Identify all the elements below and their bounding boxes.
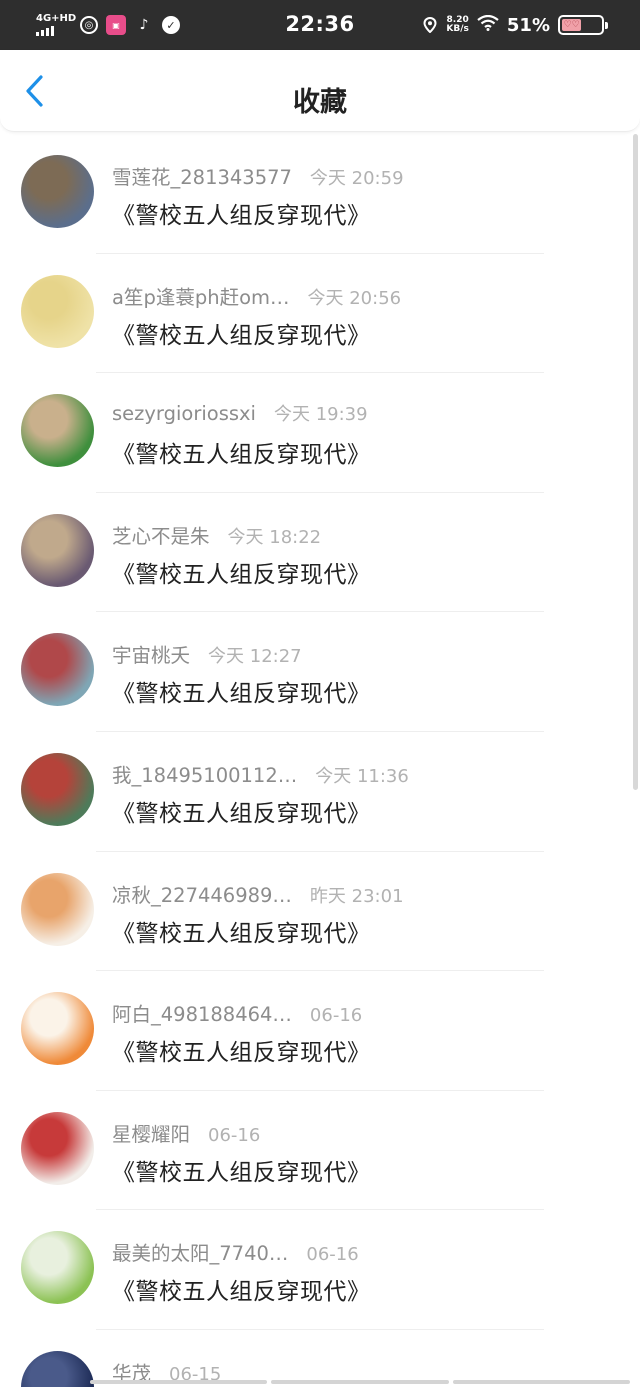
item-meta: 凉秋_227446989… 昨天 23:01 [112,879,404,908]
username[interactable]: 宇宙桃夭 [112,639,190,668]
username[interactable]: 最美的太阳_7740… [112,1237,288,1266]
back-button[interactable] [18,74,52,108]
status-right: 8.20 KB/s 51% ♡♡ [422,10,608,40]
list-item[interactable]: 我_18495100112… 今天 11:36 《警校五人组反穿现代》 [0,732,640,852]
favorite-content[interactable]: 《警校五人组反穿现代》 [112,914,371,948]
status-left: 4G+HD ◎ ▣ ♪ ✓ [36,10,180,40]
avatar-image [21,155,94,228]
favorite-content[interactable]: 《警校五人组反穿现代》 [112,1272,371,1306]
username[interactable]: a笙p逢蓑ph赶om… [112,281,290,310]
scrollbar[interactable] [633,134,638,790]
avatar[interactable] [21,1111,94,1185]
list-item[interactable]: sezyrgioriossxi 今天 19:39 《警校五人组反穿现代》 [0,373,640,493]
avatar-image [21,1350,94,1387]
signal-icon: 4G+HD [36,14,76,36]
avatar[interactable] [21,1231,94,1305]
favorite-content[interactable]: 《警校五人组反穿现代》 [112,435,371,469]
loop-app-icon: ◎ [80,16,98,34]
avatar[interactable] [21,872,94,946]
status-bar: 4G+HD ◎ ▣ ♪ ✓ 22:36 8.20 KB/s 51% ♡♡ [0,0,640,50]
avatar[interactable] [21,394,94,468]
item-meta: 最美的太阳_7740… 06-16 [112,1237,359,1266]
favorite-content[interactable]: 《警校五人组反穿现代》 [112,555,371,589]
avatar[interactable] [21,155,94,228]
timestamp: 今天 11:36 [315,765,409,787]
avatar[interactable] [21,992,94,1066]
item-meta: 我_18495100112… 今天 11:36 [112,759,409,788]
username[interactable]: 雪莲花_281343577 [112,161,292,190]
favorites-list: 雪莲花_281343577 今天 20:59 《警校五人组反穿现代》 a笙p逢蓑ph赶… [0,134,640,1387]
avatar-image [21,394,94,468]
list-item[interactable]: 阿白_498188464… 06-16 《警校五人组反穿现代》 [0,971,640,1091]
timestamp: 06-16 [306,1244,359,1266]
timestamp: 今天 20:59 [309,168,404,189]
network-type: 4G+HD [36,13,77,24]
location-icon [422,17,438,33]
avatar-image [21,872,94,946]
item-meta: sezyrgioriossxi 今天 19:39 [112,400,368,426]
item-meta: 雪莲花_281343577 今天 20:59 [112,161,404,190]
username[interactable]: 我_18495100112… [112,759,297,788]
chevron-left-icon [26,75,43,107]
username[interactable]: 星樱耀阳 [112,1118,190,1147]
avatar-image [21,1231,94,1305]
tiktok-icon: ♪ [139,17,149,33]
timestamp: 今天 20:56 [307,287,402,309]
favorite-content[interactable]: 《警校五人组反穿现代》 [112,1033,371,1067]
avatar-image [21,752,94,826]
avatar[interactable] [21,1350,94,1387]
username[interactable]: 芝心不是朱 [112,520,210,549]
avatar-image [21,1111,94,1185]
list-item[interactable]: 最美的太阳_7740… 06-16 《警校五人组反穿现代》 [0,1210,640,1330]
list-item[interactable]: 宇宙桃夭 今天 12:27 《警校五人组反穿现代》 [0,612,640,732]
bilibili-icon: ▣ [106,15,126,35]
avatar-image [21,992,94,1066]
battery-fill: ♡♡ [562,19,582,31]
avatar-image [21,513,94,587]
battery-icon: ♡♡ [558,15,608,35]
timestamp: 今天 19:39 [273,404,368,426]
item-meta: a笙p逢蓑ph赶om… 今天 20:56 [112,281,401,310]
battery-percent: 51% [506,14,550,36]
username[interactable]: 阿白_498188464… [112,998,292,1027]
timestamp: 今天 18:22 [227,526,322,548]
item-meta: 宇宙桃夭 今天 12:27 [112,639,302,668]
check-circle-icon: ✓ [162,16,180,34]
network-speed: 8.20 KB/s [446,16,468,34]
avatar[interactable] [21,274,94,348]
favorite-content[interactable]: 《警校五人组反穿现代》 [112,1153,371,1187]
list-item[interactable]: 凉秋_227446989… 昨天 23:01 《警校五人组反穿现代》 [0,852,640,972]
list-item[interactable]: a笙p逢蓑ph赶om… 今天 20:56 《警校五人组反穿现代》 [0,254,640,374]
list-item[interactable]: 华茂06-15《警校五人组反穿现代》 [0,1330,640,1387]
wifi-icon [477,14,499,35]
nav-header: 收藏 [0,50,640,132]
avatar-image [21,274,94,348]
timestamp: 06-16 [208,1124,261,1146]
username[interactable]: sezyrgioriossxi [112,402,256,425]
username[interactable]: 凉秋_227446989… [112,879,292,908]
item-meta: 阿白_498188464… 06-16 [112,998,362,1027]
list-item[interactable]: 芝心不是朱 今天 18:22 《警校五人组反穿现代》 [0,493,640,613]
favorite-content[interactable]: 《警校五人组反穿现代》 [112,196,371,230]
timestamp: 06-16 [309,1005,363,1027]
speed-unit: KB/s [446,24,469,34]
favorite-content[interactable]: 《警校五人组反穿现代》 [112,674,371,708]
avatar[interactable] [21,633,94,707]
favorite-content[interactable]: 《警校五人组反穿现代》 [112,794,371,828]
bottom-scroll-indicator [90,1380,630,1384]
avatar[interactable] [21,752,94,826]
item-meta: 芝心不是朱 今天 18:22 [112,520,321,549]
favorite-content[interactable]: 《警校五人组反穿现代》 [112,316,371,350]
list-item[interactable]: 雪莲花_281343577 今天 20:59 《警校五人组反穿现代》 [0,134,640,254]
avatar[interactable] [21,513,94,587]
timestamp: 今天 12:27 [208,646,302,668]
item-meta: 星樱耀阳 06-16 [112,1118,260,1147]
list-item[interactable]: 星樱耀阳 06-16 《警校五人组反穿现代》 [0,1091,640,1211]
avatar-image [21,633,94,707]
page-title: 收藏 [293,87,347,118]
timestamp: 昨天 23:01 [309,885,404,907]
